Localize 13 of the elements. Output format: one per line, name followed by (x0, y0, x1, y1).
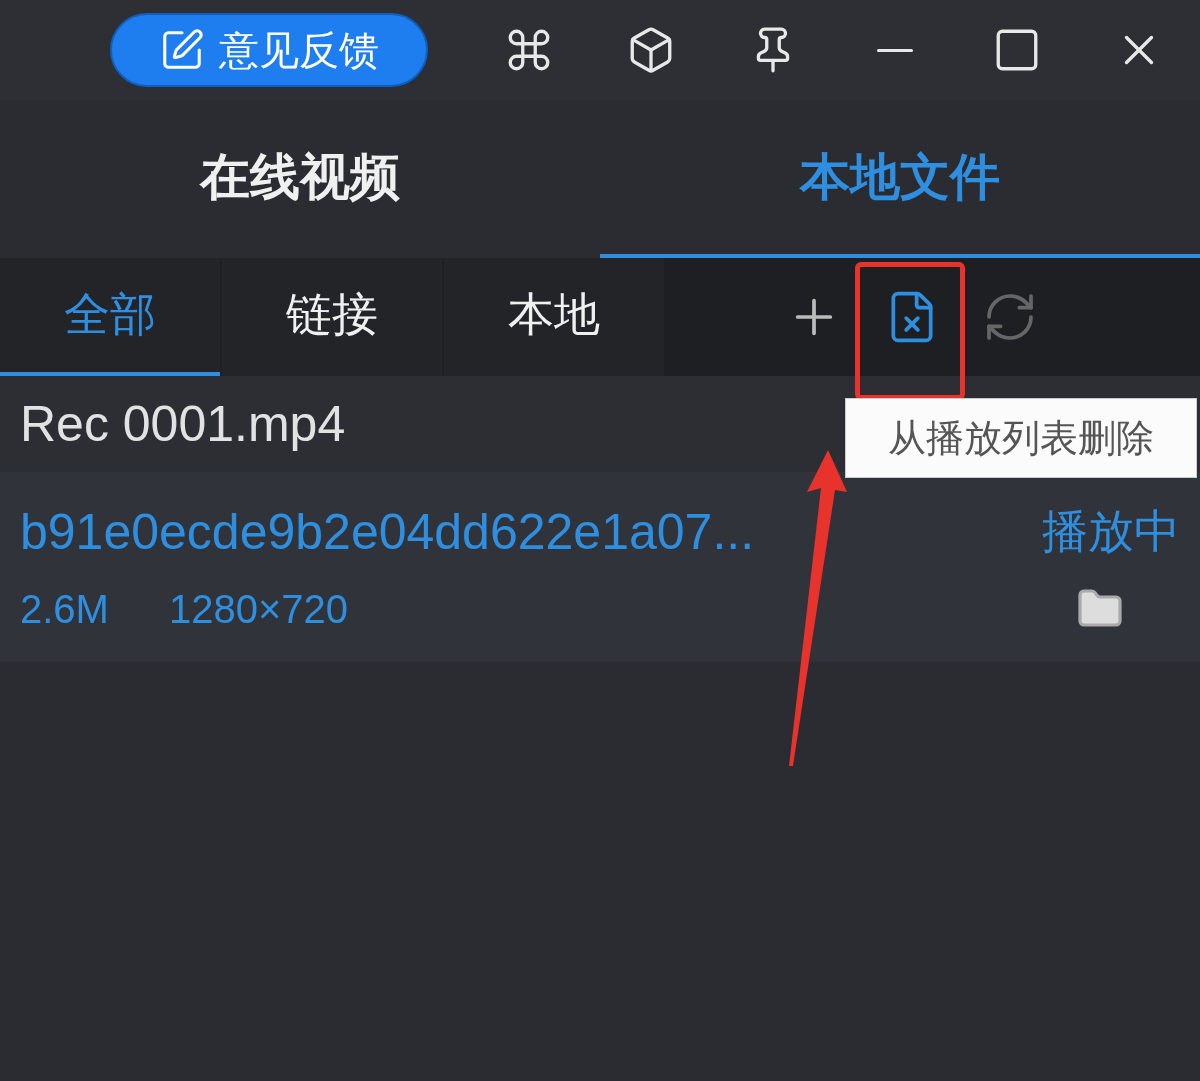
feedback-button[interactable]: 意见反馈 (110, 13, 428, 87)
file-name: b91e0ecde9b2e04dd622e1a07... (20, 503, 755, 561)
filter-tab[interactable]: 本地 (444, 258, 664, 376)
filter-tab[interactable]: 链接 (222, 258, 442, 376)
minimize-icon (877, 48, 913, 52)
playing-status: 播放中 (1042, 503, 1180, 560)
tooltip: 从播放列表删除 (845, 398, 1197, 478)
file-size: 2.6M (20, 586, 109, 631)
resolution: 1280×720 (168, 586, 349, 631)
playlist-item[interactable]: b91e0ecde9b2e04dd622e1a07... 播放中 2.6M 1280×720 (0, 472, 1200, 662)
file-name: Rec 0001.mp4 (20, 395, 346, 453)
main-tab[interactable]: 在线视频 (0, 100, 600, 258)
filter-tab[interactable]: 全部 (0, 258, 220, 376)
